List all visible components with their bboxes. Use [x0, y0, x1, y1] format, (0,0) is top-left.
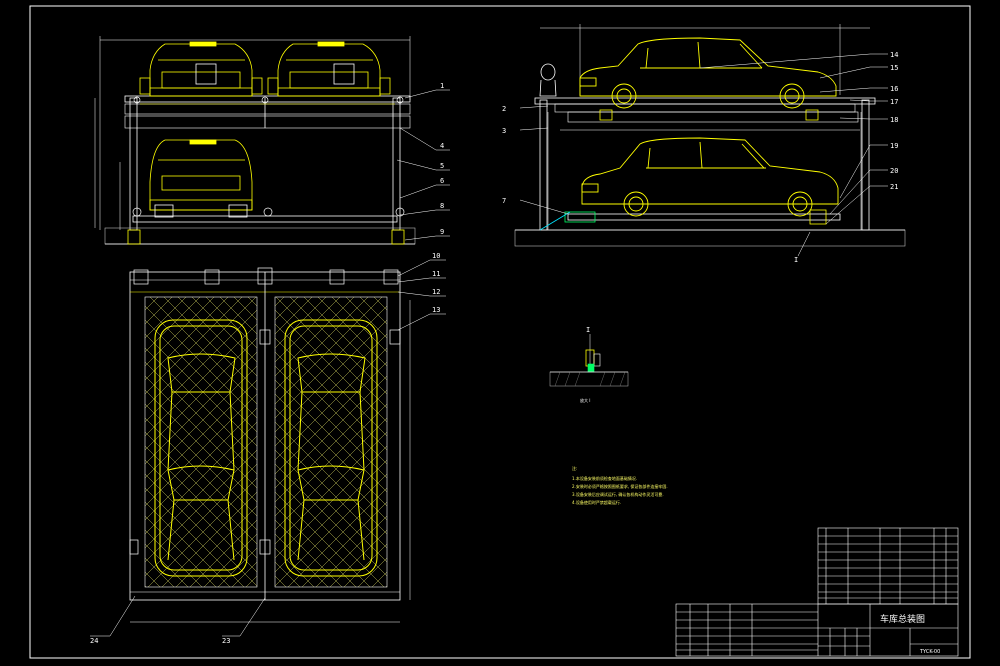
callout-24: 24: [90, 637, 98, 645]
callout-9: 9: [440, 228, 444, 236]
callout-11: 11: [432, 270, 440, 278]
callout-15: 15: [890, 64, 898, 72]
callout-10: 10: [432, 252, 440, 260]
drawing-title: 车库总装图: [880, 613, 925, 625]
section-mark-I: I: [794, 256, 798, 264]
callout-2: 2: [502, 105, 506, 113]
callout-14: 14: [890, 51, 898, 59]
callout-1: 1: [440, 82, 444, 90]
callout-7: 7: [502, 197, 506, 205]
callout-16: 16: [890, 85, 898, 93]
callout-3: 3: [502, 127, 506, 135]
callout-18: 18: [890, 116, 898, 124]
notes-heading: 注:: [572, 465, 577, 471]
callout-23: 23: [222, 637, 230, 645]
callout-6: 6: [440, 177, 444, 185]
callout-13: 13: [432, 306, 440, 314]
callout-17: 17: [890, 98, 898, 106]
callout-4: 4: [440, 142, 444, 150]
note-line-2: 2.安装时必须严格按照图纸要求, 保证各部件连接牢固.: [572, 483, 668, 489]
note-line-3: 3.设备安装后应调试运行, 确认各机构动作灵活可靠.: [572, 491, 664, 497]
callout-5: 5: [440, 162, 444, 170]
callout-8: 8: [440, 202, 444, 210]
callout-20: 20: [890, 167, 898, 175]
callout-12: 12: [432, 288, 440, 296]
note-line-4: 4.设备使用时严禁超载运行.: [572, 499, 621, 505]
detail-mark: I: [586, 326, 590, 334]
note-line-1: 1.本设备安装前须检查地面基础情况.: [572, 475, 637, 481]
detail-caption: 放大 I: [580, 397, 590, 403]
drawing-code: TYCK-00: [919, 649, 940, 655]
callout-19: 19: [890, 142, 898, 150]
callout-21: 21: [890, 183, 898, 191]
cad-drawing: 1 4 5 6 8 9 10 11 12 13 24 23 14 15 16 1…: [0, 0, 1000, 666]
